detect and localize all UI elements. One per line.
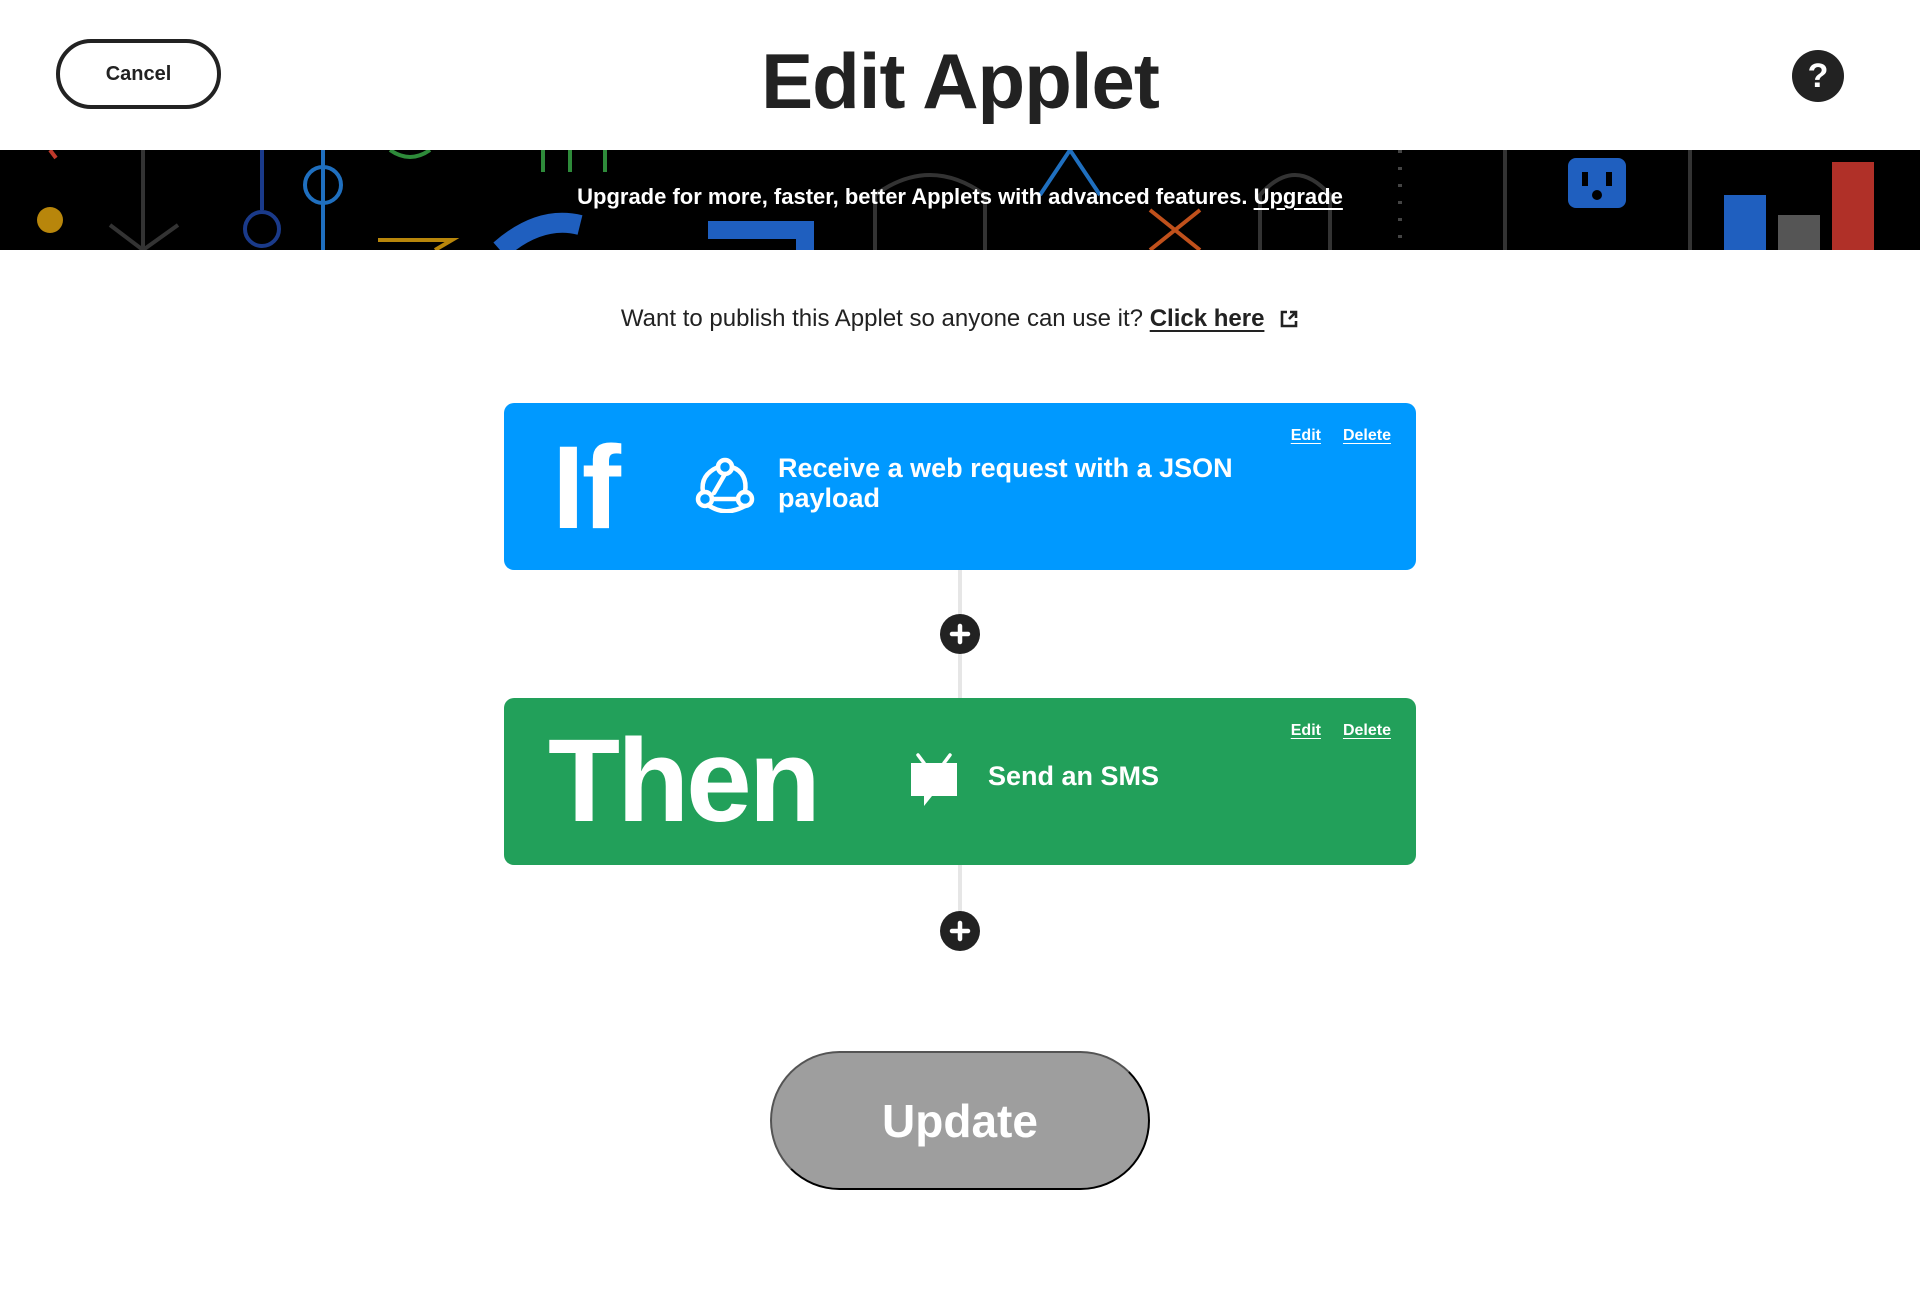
trigger-edit-link[interactable]: Edit [1291,427,1321,445]
publish-link[interactable]: Click here [1150,305,1265,332]
action-actions: Edit Delete [1291,722,1391,740]
banner-text: Upgrade for more, faster, better Applets… [577,184,1248,209]
trigger-delete-link[interactable]: Delete [1343,427,1391,445]
external-link-icon[interactable] [1279,309,1299,329]
action-card[interactable]: Then Send an SMS Edit Delete [504,698,1416,865]
banner-message: Upgrade for more, faster, better Applets… [0,184,1920,210]
help-icon[interactable]: ? [1792,50,1844,102]
sms-icon [911,753,957,806]
action-delete-link[interactable]: Delete [1343,722,1391,740]
trigger-description: Receive a web request with a JSON payloa… [778,453,1233,513]
plus-icon [949,920,971,942]
trigger-card[interactable]: If Receive a web request with a JSON pay… [504,403,1416,570]
if-keyword: If [552,422,621,554]
action-description: Send an SMS [988,761,1160,791]
add-step-button[interactable] [940,614,980,654]
add-step-button[interactable] [940,911,980,951]
action-edit-link[interactable]: Edit [1291,722,1321,740]
then-keyword: Then [548,715,821,847]
trigger-actions: Edit Delete [1291,427,1391,445]
update-button[interactable]: Update [770,1051,1150,1190]
webhooks-icon [695,457,755,513]
publish-prompt: Want to publish this Applet so anyone ca… [0,305,1920,333]
page-title: Edit Applet [761,37,1160,125]
header: Cancel Edit Applet ? [0,0,1920,150]
plus-icon [949,623,971,645]
upgrade-link[interactable]: Upgrade [1254,184,1343,209]
publish-text: Want to publish this Applet so anyone ca… [620,305,1144,332]
upgrade-banner: Upgrade for more, faster, better Applets… [0,150,1920,250]
